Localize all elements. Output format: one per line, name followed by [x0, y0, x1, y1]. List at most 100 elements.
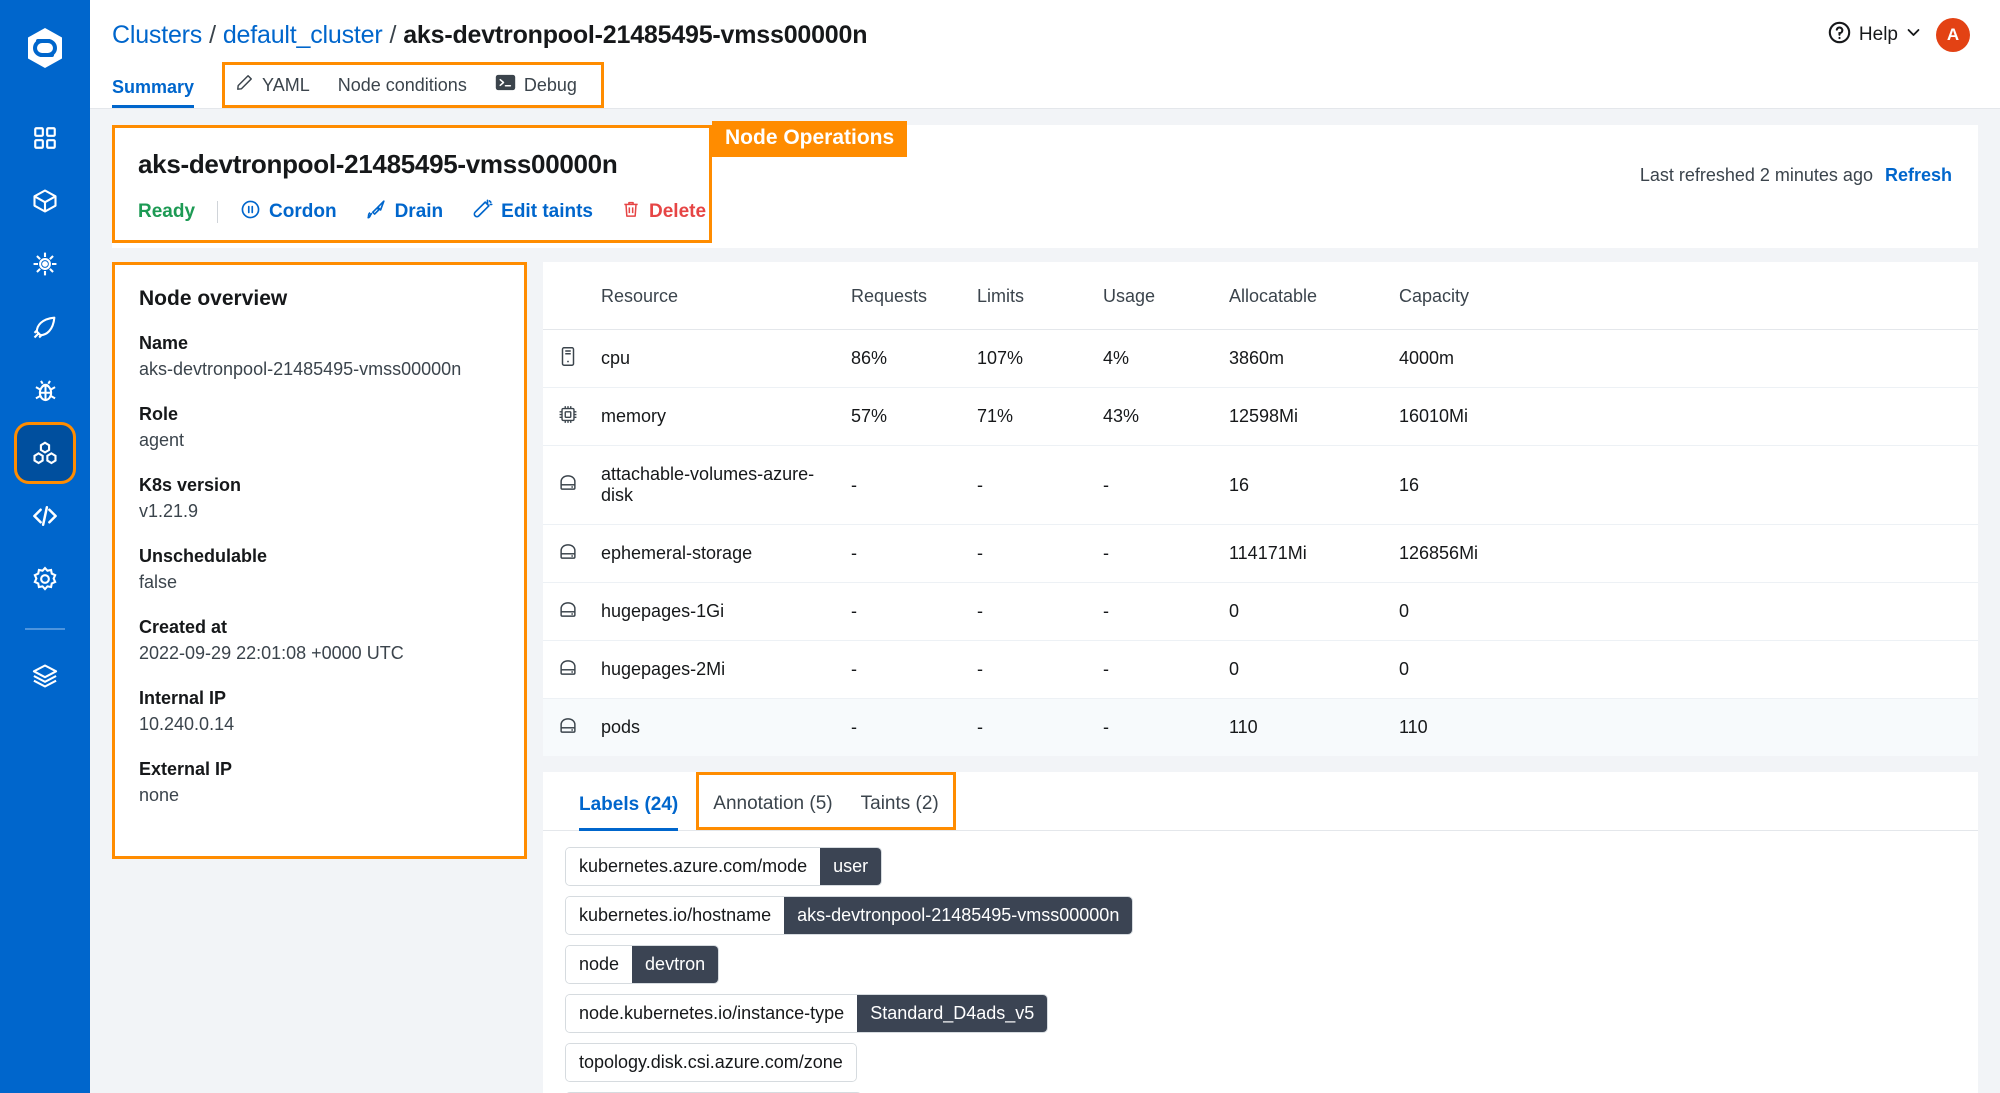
cube-icon — [31, 187, 59, 215]
cell-usage: - — [1095, 445, 1221, 525]
node-action-bar: Ready Cordon Drain Edit taints Delete — [138, 198, 1640, 226]
sidebar-item-security[interactable] — [17, 362, 73, 418]
overview-key-external-ip: External IP — [139, 759, 233, 779]
list-item[interactable]: kubernetes.io/hostname aks-devtronpool-2… — [565, 896, 1134, 935]
cordon-button[interactable]: Cordon — [240, 199, 337, 226]
sidebar-item-applications[interactable] — [17, 110, 73, 166]
edit-taints-button[interactable]: Edit taints — [471, 198, 593, 226]
list-item[interactable]: node.kubernetes.io/instance-type Standar… — [565, 994, 1049, 1033]
label-key: kubernetes.azure.com/mode — [566, 848, 821, 885]
tab-debug[interactable]: Debug — [481, 67, 591, 105]
drain-button[interactable]: Drain — [365, 198, 444, 226]
code-icon — [30, 501, 60, 531]
cell-limits: - — [969, 640, 1095, 699]
cell-requests: - — [843, 698, 969, 756]
tab-labels-label: Labels (24) — [579, 794, 679, 815]
tab-annotation[interactable]: Annotation (5) — [699, 775, 846, 827]
sidebar-item-deployments[interactable] — [17, 299, 73, 355]
cell-limits: - — [969, 582, 1095, 641]
tab-debug-label: Debug — [523, 74, 577, 95]
sidebar-item-global-configurations[interactable] — [17, 551, 73, 607]
table-row[interactable]: hugepages-1Gi - - - 0 0 — [543, 582, 1978, 641]
detail-columns: Node overview Name aks-devtronpool-21485… — [112, 262, 1978, 1093]
overview-key-name: Name — [139, 333, 189, 353]
disk-icon — [557, 714, 579, 741]
gear-icon — [31, 565, 59, 593]
disk-icon — [557, 656, 579, 683]
list-item[interactable]: node devtron — [565, 945, 720, 984]
cell-capacity: 0 — [1391, 640, 1561, 699]
list-item[interactable]: kubernetes.azure.com/mode user — [565, 847, 883, 886]
avatar[interactable]: A — [1936, 18, 1970, 52]
cell-usage: 4% — [1095, 329, 1221, 388]
tab-labels[interactable]: Labels (24) — [565, 772, 692, 831]
cell-capacity: 0 — [1391, 582, 1561, 641]
breadcrumb-clusters[interactable]: Clusters — [112, 21, 202, 50]
delete-button[interactable]: Delete — [621, 199, 706, 225]
help-button[interactable]: Help — [1827, 20, 1922, 51]
header-actions: Help A — [1827, 18, 1978, 52]
table-row[interactable]: ephemeral-storage - - - 114171Mi 126856M… — [543, 524, 1978, 583]
tab-node-conditions[interactable]: Node conditions — [324, 69, 481, 104]
drain-label: Drain — [394, 201, 444, 222]
table-row[interactable]: hugepages-2Mi - - - 0 0 — [543, 640, 1978, 699]
applications-icon — [32, 125, 58, 151]
rail-divider — [25, 628, 65, 630]
cordon-label: Cordon — [269, 201, 337, 222]
cell-spacer — [1561, 387, 1978, 446]
breadcrumb-separator-1: / — [209, 20, 216, 49]
resource-name: hugepages-2Mi — [601, 659, 726, 679]
memory-chip-icon — [557, 403, 579, 430]
node-overview-wrap: Node overview Name aks-devtronpool-21485… — [112, 262, 527, 859]
sidebar-item-clusters[interactable] — [17, 425, 73, 481]
table-row[interactable]: pods - - - 110 110 — [543, 698, 1978, 756]
cell-requests: 57% — [843, 387, 969, 446]
label-value: user — [820, 848, 882, 885]
node-operations-callout: Node Operations — [712, 121, 908, 157]
overview-value-name: aks-devtronpool-21485495-vmss00000n — [139, 359, 462, 379]
cell-resource: pods — [543, 698, 843, 756]
resource-name: ephemeral-storage — [601, 543, 753, 563]
resource-name: attachable-volumes-azure-disk — [601, 464, 815, 505]
cell-allocatable: 3860m — [1221, 329, 1391, 388]
tab-summary[interactable]: Summary — [112, 75, 208, 108]
cell-limits: 107% — [969, 329, 1095, 388]
cell-spacer — [1561, 524, 1978, 583]
cell-capacity: 110 — [1391, 698, 1561, 756]
tab-yaml[interactable]: YAML — [235, 67, 324, 105]
metadata-card: Labels (24) Annotation (5) Taints (2) ku… — [543, 772, 1978, 1093]
tab-taints[interactable]: Taints (2) — [847, 775, 953, 827]
list-item[interactable]: topology.disk.csi.azure.com/zone — [565, 1043, 857, 1082]
cell-requests: 86% — [843, 329, 969, 388]
sidebar-item-code[interactable] — [17, 488, 73, 544]
table-row[interactable]: memory 57% 71% 43% 12598Mi 16010Mi — [543, 387, 1978, 446]
sidebar-item-chart-store[interactable] — [17, 173, 73, 229]
breadcrumb-default-cluster[interactable]: default_cluster — [223, 21, 383, 50]
refresh-button[interactable]: Refresh — [1885, 165, 1952, 186]
table-row[interactable]: cpu 86% 107% 4% 3860m 4000m — [543, 329, 1978, 388]
sidebar-item-stack-manager[interactable] — [17, 648, 73, 704]
metadata-tabs: Labels (24) Annotation (5) Taints (2) — [543, 772, 1978, 831]
tab-node-conditions-label: Node conditions — [337, 74, 467, 95]
col-header-usage: Usage — [1095, 262, 1221, 330]
table-row[interactable]: attachable-volumes-azure-disk - - - 16 1… — [543, 445, 1978, 525]
overview-key-unschedulable: Unschedulable — [139, 546, 268, 566]
delete-label: Delete — [649, 201, 707, 222]
label-key: kubernetes.io/hostname — [566, 897, 785, 934]
sidebar-item-helm-apps[interactable] — [17, 236, 73, 292]
cell-allocatable: 16 — [1221, 445, 1391, 525]
cell-allocatable: 110 — [1221, 698, 1391, 756]
cell-usage: 43% — [1095, 387, 1221, 446]
cell-resource: hugepages-2Mi — [543, 640, 843, 699]
overview-key-created-at: Created at — [139, 617, 228, 637]
table-header-row: Resource Requests Limits Usage Allocatab… — [543, 262, 1978, 330]
disk-icon — [557, 472, 579, 499]
col-header-requests: Requests — [843, 262, 969, 330]
cell-capacity: 4000m — [1391, 329, 1561, 388]
pause-circle-icon — [240, 199, 261, 226]
tab-yaml-label: YAML — [262, 74, 310, 95]
overview-value-external-ip: none — [139, 785, 180, 805]
col-header-capacity: Capacity — [1391, 262, 1561, 330]
devtron-logo[interactable] — [19, 22, 71, 74]
disk-icon — [557, 598, 579, 625]
